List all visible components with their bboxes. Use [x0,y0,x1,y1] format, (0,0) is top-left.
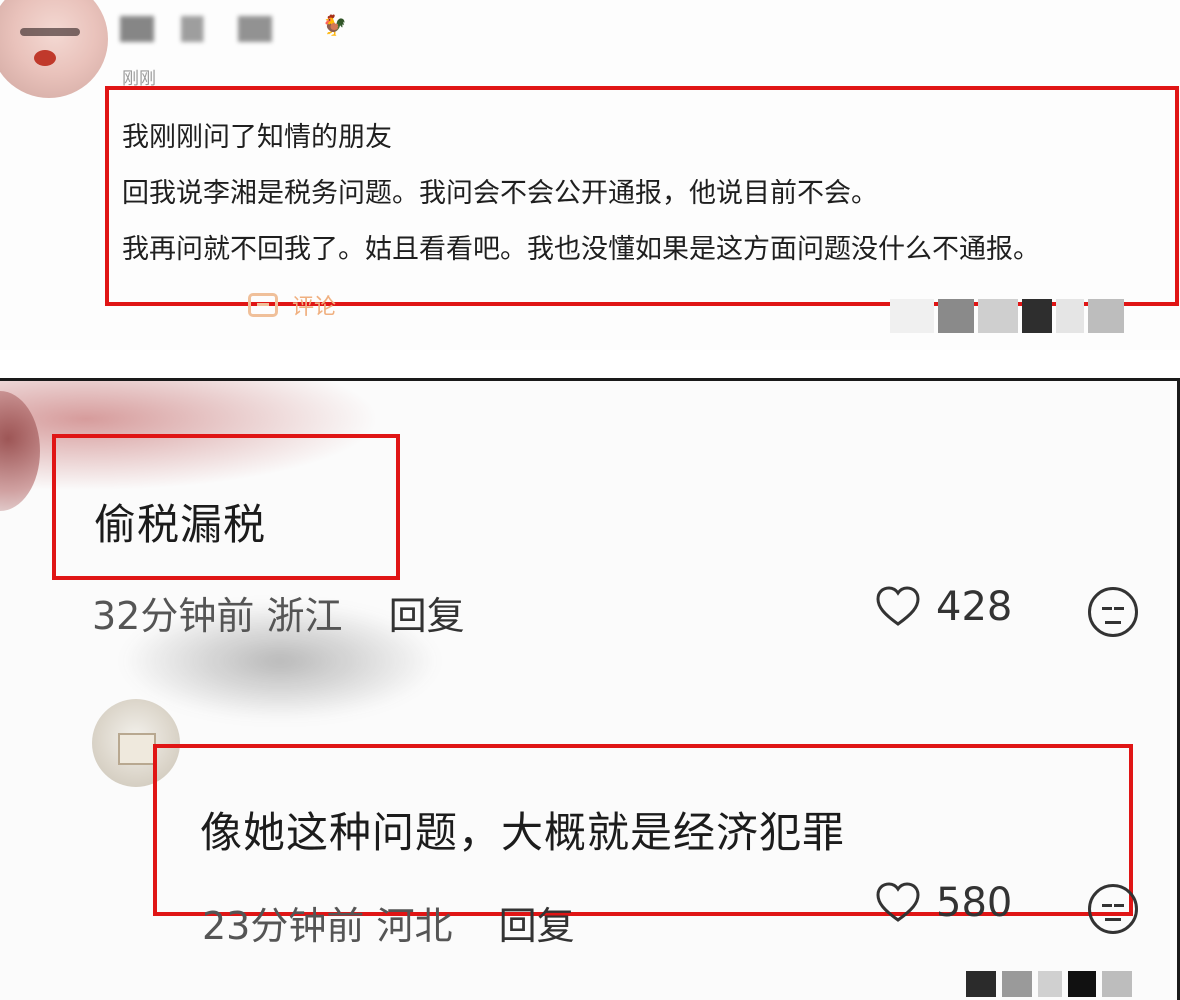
comments-panel: 偷税漏税 32分钟前 浙江 回复 428 像她这种问题，大概就是经济犯罪 23分… [0,381,1180,1000]
reply-button[interactable]: 回复 [389,594,465,638]
avatar[interactable] [0,0,108,98]
like-button[interactable]: 580 [874,879,1012,927]
comment-time: 32分钟前 [92,594,255,638]
comment-location: 河北 [376,904,453,948]
like-count: 428 [936,584,1013,630]
avatar-lips [34,50,56,66]
highlight-box [52,434,400,580]
redacted-mosaic [966,971,1166,997]
heart-icon [876,586,920,626]
reaction-face-icon[interactable] [1088,587,1138,637]
comment-button[interactable]: 评论 [248,288,336,322]
comment-time: 23分钟前 [202,904,365,948]
comment-label: 评论 [292,295,337,320]
heart-icon [876,882,920,922]
panel-divider [0,350,1180,381]
reaction-face-icon[interactable] [1088,884,1138,934]
comment-icon [248,293,278,317]
comment-location: 浙江 [266,594,343,638]
like-count: 580 [936,880,1013,926]
avatar-eyes-blur [20,28,80,36]
like-button[interactable]: 428 [874,583,1012,631]
reply-button[interactable]: 回复 [499,904,575,948]
username-redacted [120,16,310,42]
redacted-mosaic [890,296,1130,336]
highlight-box [105,86,1179,306]
rooster-emoji-icon: 🐓 [322,13,347,37]
comment-meta: 32分钟前 浙江 回复 [92,585,465,640]
top-post-panel: 🐓 刚刚 我刚刚问了知情的朋友 回我说李湘是税务问题。我问会不会公开通报，他说目… [0,0,1180,350]
comment-meta: 23分钟前 河北 回复 [202,895,575,950]
